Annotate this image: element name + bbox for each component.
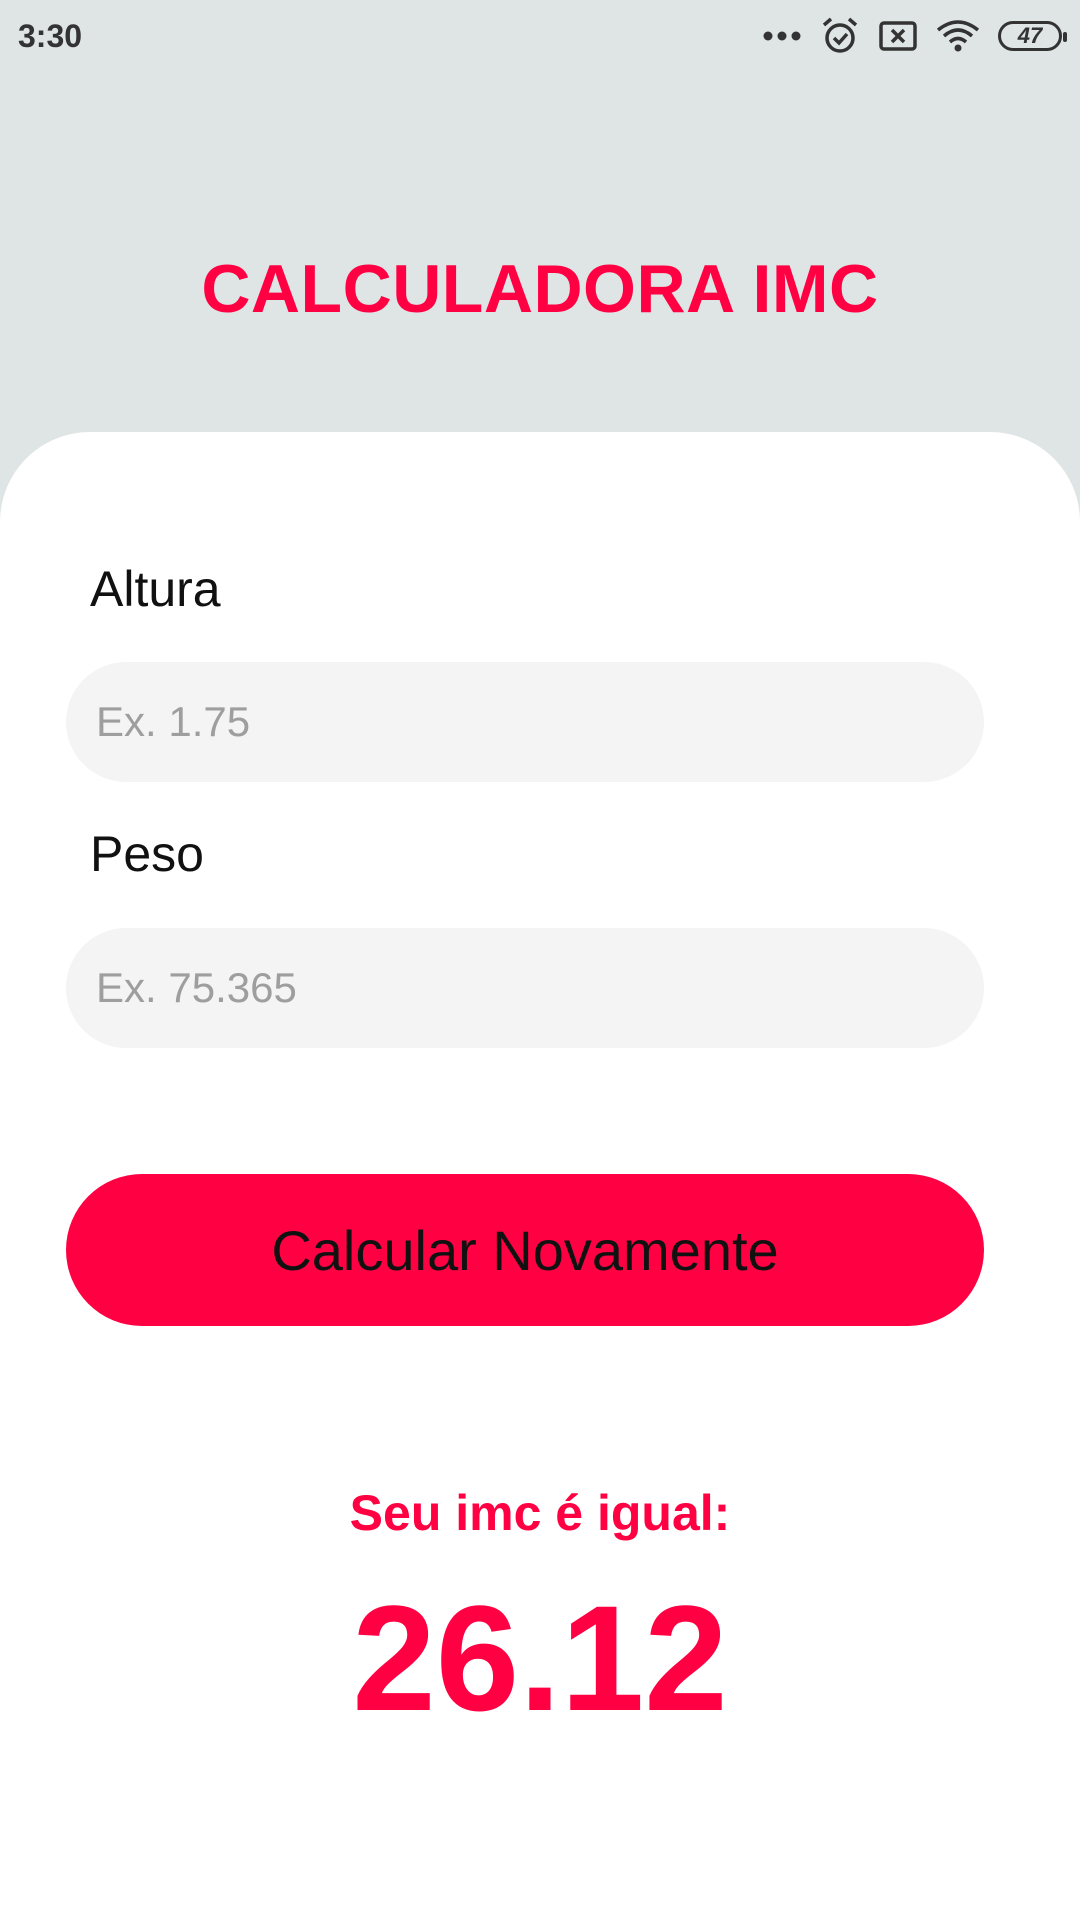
battery-level: 47 [1017,23,1043,48]
status-icons: 47 [762,0,1067,72]
battery-icon: 47 [998,21,1067,51]
calculate-again-button[interactable]: Calcular Novamente [66,1174,984,1326]
alarm-icon [822,17,858,53]
height-label: Altura [90,561,221,617]
weight-input[interactable] [66,928,984,1048]
form-card: Altura Peso Calcular Novamente Seu imc é… [0,432,1080,1920]
screen: 3:30 47 CALCULADORA IMC Altura Ex. 1.75 … [0,0,1080,1920]
status-time: 3:30 [18,17,83,54]
page-title: CALCULADORA IMC [201,251,879,327]
height-input[interactable] [66,662,984,782]
weight-label: Peso [90,826,204,882]
wifi-icon [936,20,980,52]
status-bar: 3:30 47 [0,0,1080,72]
bmi-result-value: 26.12 [352,1574,728,1742]
sim-off-icon [879,21,917,51]
result-label: Seu imc é igual: [349,1485,731,1541]
more-dots-icon [763,31,801,41]
